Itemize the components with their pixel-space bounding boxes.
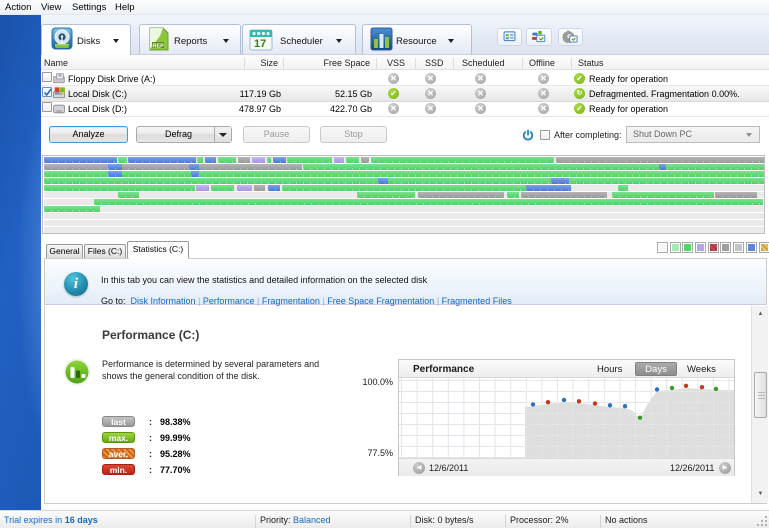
svg-text:REP: REP	[153, 44, 165, 50]
svg-text:17: 17	[254, 38, 266, 50]
